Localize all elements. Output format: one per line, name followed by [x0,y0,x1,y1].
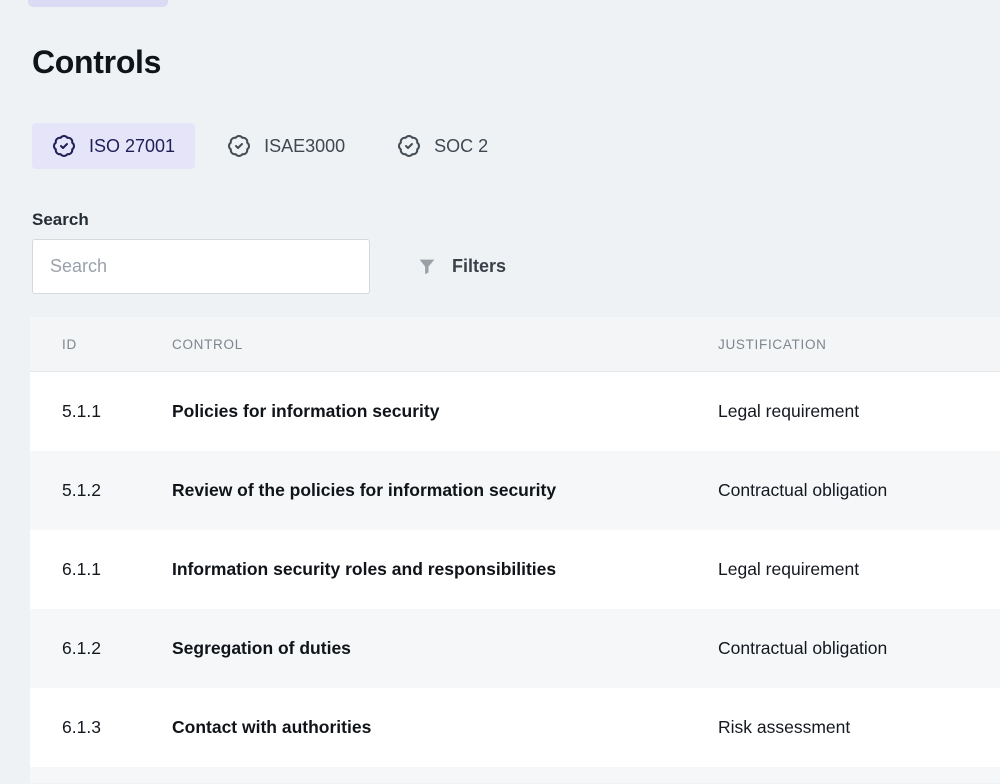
tab-label: ISO 27001 [89,136,175,157]
column-header-id: ID [62,337,172,352]
search-row: Filters [32,239,1000,294]
cell-id: 6.1.3 [62,717,172,738]
controls-table: ID CONTROL JUSTIFICATION 5.1.1 Policies … [30,317,1000,783]
cell-control: Segregation of duties [172,638,718,659]
cell-id: 5.1.1 [62,401,172,422]
cell-id: 6.1.2 [62,638,172,659]
table-row[interactable]: 5.1.2 Review of the policies for informa… [30,451,1000,530]
search-label: Search [32,210,1000,230]
cell-control: Information security roles and responsib… [172,559,718,580]
cell-justification: Contractual obligation [718,480,1000,501]
tab-label: ISAE3000 [264,136,345,157]
table-row[interactable]: 5.1.1 Policies for information security … [30,372,1000,451]
filters-label: Filters [452,256,506,277]
table-row[interactable]: 6.1.2 Segregation of duties Contractual … [30,609,1000,688]
cell-control: Review of the policies for information s… [172,480,718,501]
page-title: Controls [32,44,1000,81]
cell-id: 6.1.1 [62,559,172,580]
cell-justification: Contractual obligation [718,638,1000,659]
table-header: ID CONTROL JUSTIFICATION [30,317,1000,372]
search-input[interactable] [32,239,370,294]
cell-control: Policies for information security [172,401,718,422]
cell-control: Contact with authorities [172,717,718,738]
filter-funnel-icon [416,256,438,278]
badge-check-icon [397,134,421,158]
column-header-justification: JUSTIFICATION [718,337,1000,352]
column-header-control: CONTROL [172,337,718,352]
badge-check-icon [52,134,76,158]
table-row[interactable]: 6.1.3 Contact with authorities Risk asse… [30,688,1000,767]
badge-check-icon [227,134,251,158]
cell-justification: Legal requirement [718,559,1000,580]
framework-tabs: ISO 27001 ISAE3000 SOC 2 [32,123,1000,169]
filters-button[interactable]: Filters [416,256,506,278]
table-row-partial [30,767,1000,783]
tab-soc-2[interactable]: SOC 2 [377,123,508,169]
cell-justification: Legal requirement [718,401,1000,422]
table-row[interactable]: 6.1.1 Information security roles and res… [30,530,1000,609]
tab-iso-27001[interactable]: ISO 27001 [32,123,195,169]
tab-label: SOC 2 [434,136,488,157]
cell-justification: Risk assessment [718,717,1000,738]
cell-id: 5.1.2 [62,480,172,501]
controls-page: Controls ISO 27001 ISAE3000 SOC 2 Search [0,0,1000,783]
cut-off-element-top [28,0,168,7]
tab-isae3000[interactable]: ISAE3000 [207,123,365,169]
